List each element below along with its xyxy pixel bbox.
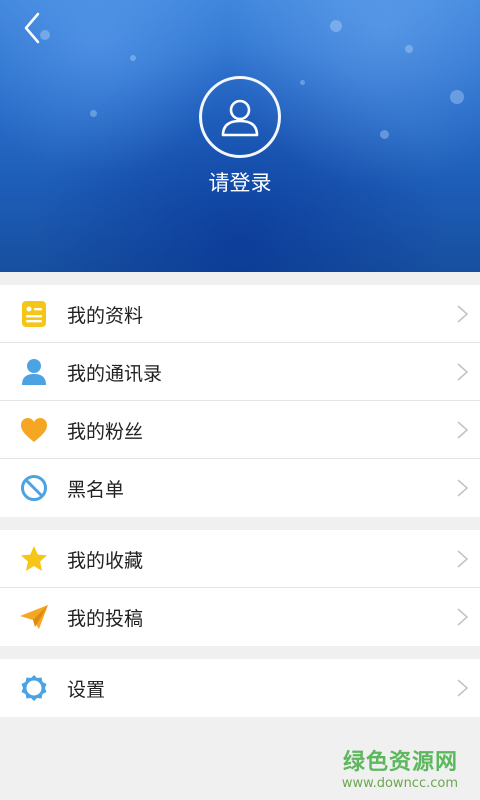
login-link[interactable]: 请登录 [0, 167, 480, 197]
heart-icon [19, 415, 49, 445]
watermark-url: www.downcc.com [341, 776, 458, 791]
chevron-right-icon [457, 550, 469, 568]
menu-item-fans[interactable]: 我的粉丝 [0, 401, 480, 459]
menu-item-profile[interactable]: 我的资料 [0, 285, 480, 343]
chevron-right-icon [457, 305, 469, 323]
chevron-right-icon [457, 479, 469, 497]
menu-group-content: 我的收藏 我的投稿 [0, 530, 480, 646]
chevron-left-icon [24, 12, 40, 44]
menu-item-contacts[interactable]: 我的通讯录 [0, 343, 480, 401]
menu-item-label: 设置 [67, 678, 106, 701]
block-icon [19, 473, 49, 503]
chevron-right-icon [457, 363, 469, 381]
menu-item-favorites[interactable]: 我的收藏 [0, 530, 480, 588]
menu-item-settings[interactable]: 设置 [0, 659, 480, 717]
menu-item-label: 我的收藏 [67, 549, 144, 572]
chevron-right-icon [457, 421, 469, 439]
chevron-right-icon [457, 679, 469, 697]
menu-item-blacklist[interactable]: 黑名单 [0, 459, 480, 517]
avatar[interactable] [199, 76, 281, 158]
paper-plane-icon [19, 602, 49, 632]
chevron-right-icon [457, 608, 469, 626]
menu-item-label: 我的资料 [67, 304, 144, 327]
star-icon [19, 544, 49, 574]
menu-group-settings: 设置 [0, 659, 480, 717]
gear-icon [19, 673, 49, 703]
menu-item-label: 我的投稿 [67, 607, 144, 630]
contacts-person-icon [19, 357, 49, 387]
watermark: 绿色资源网 www.downcc.com [342, 744, 458, 791]
menu-group-account: 我的资料 我的通讯录 我的粉丝 黑名单 [0, 285, 480, 517]
menu-item-label: 黑名单 [67, 478, 125, 501]
menu-item-label: 我的粉丝 [67, 420, 144, 443]
back-button[interactable] [14, 10, 50, 46]
profile-header: 请登录 [0, 0, 480, 272]
menu-item-label: 我的通讯录 [67, 362, 163, 385]
profile-card-icon [19, 299, 49, 329]
user-icon [221, 99, 259, 137]
menu-item-submissions[interactable]: 我的投稿 [0, 588, 480, 646]
watermark-title: 绿色资源网 [342, 750, 458, 775]
